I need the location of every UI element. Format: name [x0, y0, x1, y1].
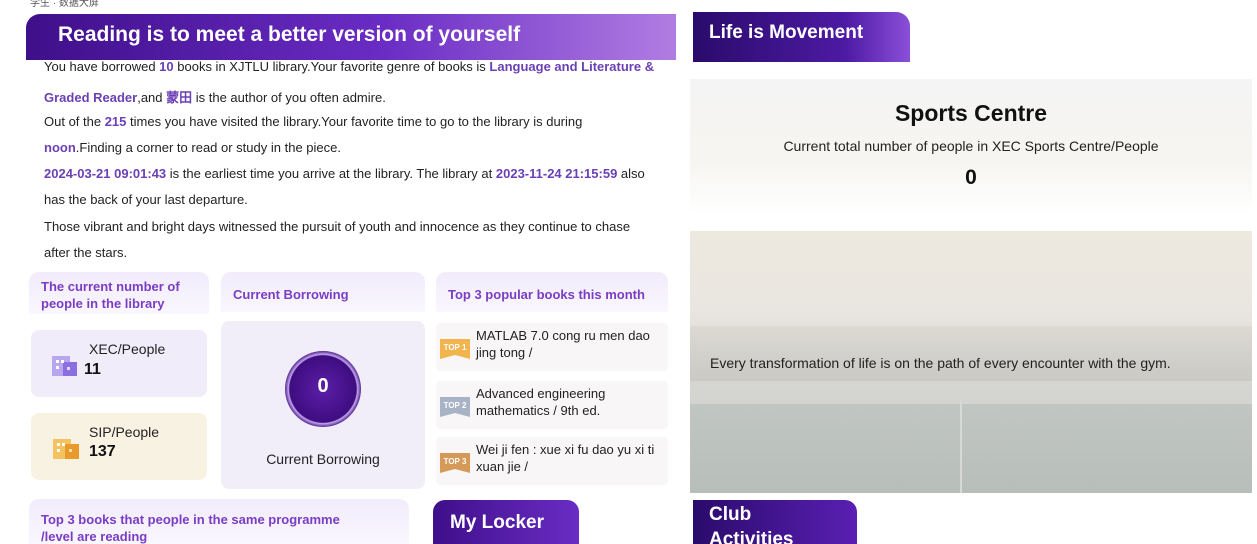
- sip-value: 137: [89, 443, 116, 460]
- text: .Finding a corner to read or study in th…: [75, 140, 341, 155]
- last-departure: 2023-11-24 21:15:59: [495, 166, 618, 181]
- gym-field-line: [960, 401, 962, 493]
- borrowing-panel: 0 Current Borrowing: [221, 321, 425, 489]
- reading-line-6: has the back of your last departure.: [44, 192, 248, 207]
- reading-line-7: Those vibrant and bright days witnessed …: [44, 219, 631, 234]
- borrowing-title: Current Borrowing: [233, 287, 349, 302]
- reading-line-2: Graded Reader,and 蒙田 is the author of yo…: [44, 87, 386, 106]
- gym-field-image: [690, 403, 1252, 493]
- text: You have borrowed: [44, 59, 160, 74]
- sip-label: SIP/People: [89, 424, 160, 440]
- programme-books-tab: Top 3 books that people in the same prog…: [29, 499, 409, 544]
- programme-books-title: Top 3 books that people in the same prog…: [41, 512, 340, 544]
- borrowing-tab: Current Borrowing: [221, 272, 425, 312]
- life-movement-tab: Life is Movement: [693, 12, 910, 62]
- reading-line-8: after the stars.: [44, 245, 128, 260]
- sports-centre-panel: Sports Centre Current total number of pe…: [690, 79, 1252, 215]
- popular-books-tab: Top 3 popular books this month: [436, 272, 668, 312]
- building-icon: [53, 439, 79, 459]
- sports-centre-title: Sports Centre: [894, 100, 1048, 126]
- text: Out of the: [44, 114, 105, 129]
- text: is the author of you often admire.: [192, 90, 386, 105]
- reading-line-1: You have borrowed 10 books in XJTLU libr…: [44, 59, 654, 74]
- borrowing-caption: Current Borrowing: [266, 451, 380, 467]
- popular-book-item[interactable]: TOP 1 MATLAB 7.0 cong ru men dao jing to…: [436, 323, 668, 371]
- gym-stands-image: [690, 326, 1252, 381]
- reading-title: Reading is to meet a better version of y…: [58, 23, 521, 46]
- text: books in XJTLU library.Your favorite gen…: [173, 59, 490, 74]
- earliest-time: 2024-03-21 09:01:43: [44, 166, 167, 181]
- reading-line-3: Out of the 215 times you have visited th…: [44, 114, 582, 129]
- sports-centre-count: 0: [965, 166, 977, 189]
- book-title: Wei ji fen : xue xi fu dao yu xi ti xuan…: [476, 442, 655, 474]
- library-count-tab: The current number of people in the libr…: [29, 272, 209, 314]
- book-title: MATLAB 7.0 cong ru men dao jing tong /: [476, 328, 650, 360]
- sports-centre-subtitle: Current total number of people in XEC Sp…: [783, 138, 1159, 154]
- library-count-title: The current number of people in the libr…: [41, 279, 180, 311]
- favorite-genre: Language and Literature &: [489, 59, 655, 74]
- reading-line-4: noon.Finding a corner to read or study i…: [44, 140, 341, 155]
- my-locker-title: My Locker: [450, 512, 544, 533]
- club-activities-title: Club Activities: [709, 504, 794, 544]
- borrowed-count: 10: [159, 59, 174, 74]
- sip-card: SIP/People 137: [31, 413, 207, 480]
- borrowing-value: 0: [317, 375, 329, 397]
- popular-books-title: Top 3 popular books this month: [448, 287, 645, 302]
- reading-banner: Reading is to meet a better version of y…: [26, 14, 676, 60]
- text: also: [617, 166, 645, 181]
- top-strip-text: 学生 · 数据大屏: [30, 0, 99, 8]
- my-locker-tab[interactable]: My Locker: [433, 500, 579, 544]
- reading-line-5: 2024-03-21 09:01:43 is the earliest time…: [44, 166, 645, 181]
- life-movement-title: Life is Movement: [709, 22, 864, 43]
- popular-book-item[interactable]: TOP 3 Wei ji fen : xue xi fu dao yu xi t…: [436, 437, 668, 485]
- favorite-time: noon: [44, 140, 76, 155]
- building-icon: [52, 356, 77, 376]
- top-strip: 学生 · 数据大屏: [0, 0, 680, 8]
- text: ,and: [137, 90, 167, 105]
- top-rank-badge: TOP 3: [440, 453, 470, 473]
- text: times you have visited the library.Your …: [126, 114, 583, 129]
- visit-count: 215: [104, 114, 127, 129]
- gym-banner: Every transformation of life is on the p…: [690, 231, 1252, 493]
- popular-book-item[interactable]: TOP 2 Advanced engineering mathematics /…: [436, 381, 668, 429]
- book-title: Advanced engineering mathematics / 9th e…: [476, 386, 606, 418]
- club-activities-tab[interactable]: Club Activities: [693, 500, 857, 544]
- dashboard-page: 学生 · 数据大屏 Reading is to meet a better ve…: [0, 0, 1257, 544]
- top-rank-badge: TOP 1: [440, 339, 470, 359]
- text: is the earliest time you arrive at the l…: [166, 166, 496, 181]
- xec-card: XEC/People 11: [31, 330, 207, 397]
- gym-quote: Every transformation of life is on the p…: [710, 355, 1171, 371]
- xec-label: XEC/People: [89, 341, 166, 357]
- borrowing-ring: 0: [285, 351, 361, 427]
- favorite-genre-cont: Graded Reader: [44, 90, 138, 105]
- xec-value: 11: [84, 361, 101, 378]
- top-rank-badge: TOP 2: [440, 397, 470, 417]
- favorite-author: 蒙田: [166, 90, 193, 105]
